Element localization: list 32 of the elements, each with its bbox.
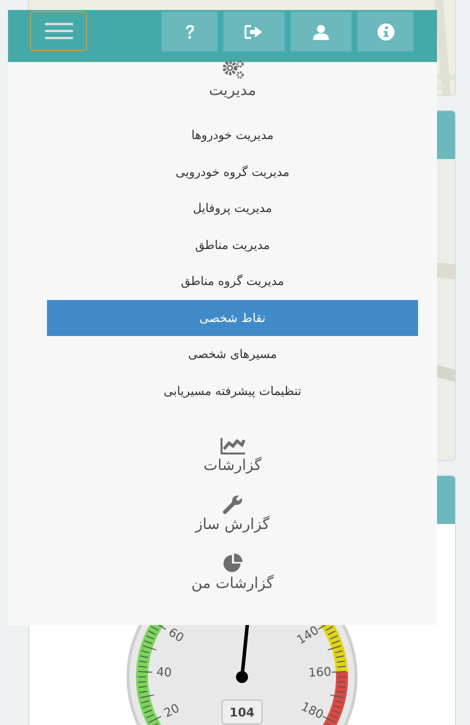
menu-section-title[interactable]: گزارش ساز <box>195 515 270 533</box>
pie-chart-icon <box>222 553 244 573</box>
profile-button[interactable] <box>290 11 352 52</box>
menu-icon <box>44 22 74 40</box>
gauge-tick-label: 180 <box>299 699 326 722</box>
logout-button[interactable] <box>223 11 285 52</box>
menu-button[interactable] <box>30 11 87 51</box>
menu-item[interactable]: مسیرهای شخصی <box>47 336 418 372</box>
menu-section-title[interactable]: مدیریت <box>208 81 256 99</box>
gauge-tick-label: 140 <box>294 623 322 648</box>
info-icon <box>376 22 394 40</box>
gauge-tick-label: 60 <box>166 625 186 646</box>
help-icon <box>184 24 196 40</box>
gauge-tick-label: 40 <box>156 664 172 680</box>
gauge-tick-label: 20 <box>162 700 182 720</box>
menu-section-title[interactable]: گزارشات من <box>191 574 274 592</box>
menu-item[interactable]: مدیریت پروفایل <box>47 190 418 226</box>
menu-item[interactable]: مدیریت گروه مناطق <box>47 263 418 300</box>
menu-item[interactable]: مدیریت مناطق <box>47 226 418 263</box>
sign-out-icon <box>244 24 264 40</box>
wrench-icon <box>222 494 244 514</box>
user-icon <box>312 24 330 40</box>
menu-item[interactable]: مدیریت خودروها <box>47 117 418 154</box>
menu-item[interactable]: تنظیمات پیشرفته مسیریابی <box>47 372 418 409</box>
menu-item[interactable]: مدیریت گروه خودرویی <box>47 154 418 190</box>
gauge-tick-label: 160 <box>308 664 332 680</box>
menu-section-title[interactable]: گزارشات <box>203 456 262 474</box>
info-button[interactable] <box>357 11 414 52</box>
menu-item[interactable]: نقاط شخصی <box>47 300 418 336</box>
gauge-reading: 104 <box>229 705 255 720</box>
line-chart-icon <box>220 437 246 455</box>
gauge-readout-box <box>222 700 262 724</box>
